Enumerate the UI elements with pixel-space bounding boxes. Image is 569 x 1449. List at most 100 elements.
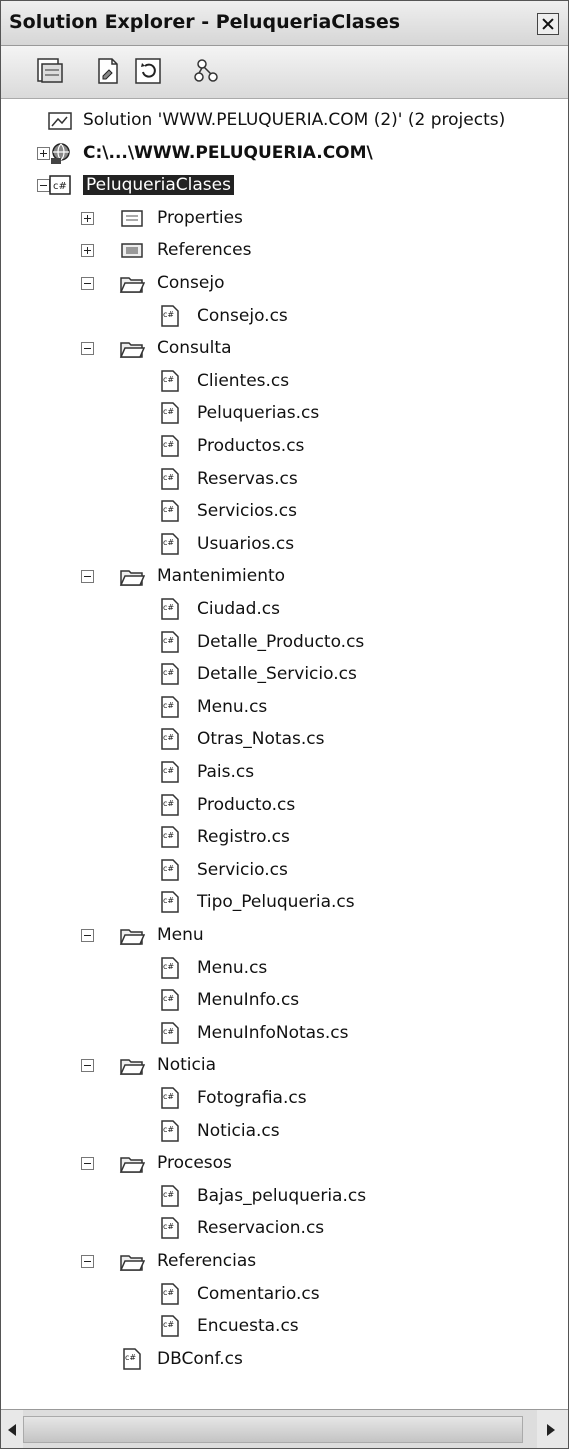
- cs-file-icon: c#: [161, 1119, 179, 1142]
- tree-item[interactable]: Noticia: [1, 1050, 568, 1082]
- tree-item[interactable]: c# Peluquerias.cs: [1, 398, 568, 430]
- tree-item[interactable]: c# PeluqueriaClases: [1, 170, 568, 202]
- folder-icon: [119, 1059, 145, 1076]
- cs-file-icon: c#: [161, 630, 179, 653]
- tree-item[interactable]: c# Detalle_Servicio.cs: [1, 659, 568, 691]
- svg-text:c#: c#: [163, 766, 174, 775]
- tree-item[interactable]: Solution 'WWW.PELUQUERIA.COM (2)' (2 pro…: [1, 105, 568, 137]
- cs-file-icon: c#: [161, 793, 179, 816]
- cs-file-icon: c#: [161, 891, 179, 914]
- scroll-right-arrow-icon[interactable]: [537, 1410, 568, 1448]
- close-icon[interactable]: [537, 13, 559, 35]
- view-class-diagram-icon[interactable]: [191, 56, 221, 86]
- tree-item[interactable]: Consejo: [1, 268, 568, 300]
- tree-item[interactable]: c# Servicio.cs: [1, 855, 568, 887]
- svg-text:c#: c#: [163, 701, 174, 710]
- tree-item[interactable]: c# Comentario.cs: [1, 1279, 568, 1311]
- collapse-icon[interactable]: [81, 1255, 94, 1268]
- tree-item-label: Detalle_Servicio.cs: [197, 664, 357, 685]
- tree-item-label: Menu.cs: [197, 696, 268, 717]
- tree-item-label: Referencias: [157, 1251, 257, 1271]
- svg-text:c#: c#: [163, 440, 174, 449]
- tree-item[interactable]: c# Registro.cs: [1, 822, 568, 854]
- properties-icon: [121, 210, 143, 227]
- tree-item[interactable]: Procesos: [1, 1148, 568, 1180]
- tree-item-label: Registro.cs: [197, 827, 290, 848]
- svg-text:c#: c#: [163, 375, 174, 384]
- collapse-icon[interactable]: [81, 277, 94, 290]
- svg-text:c#: c#: [53, 181, 67, 192]
- tree-item[interactable]: c# Producto.cs: [1, 790, 568, 822]
- tree-item[interactable]: c# Otras_Notas.cs: [1, 724, 568, 756]
- tree-item-label: Consejo.cs: [197, 305, 288, 326]
- collapse-icon[interactable]: [81, 342, 94, 356]
- tree-item[interactable]: c# Reservas.cs: [1, 464, 568, 496]
- cs-file-icon: c#: [161, 728, 179, 751]
- tree-item[interactable]: c# Tipo_Peluqueria.cs: [1, 887, 568, 919]
- tree-item-label: Consulta: [157, 338, 232, 359]
- tree-item[interactable]: Consulta: [1, 333, 568, 365]
- show-all-files-icon[interactable]: [35, 56, 65, 86]
- cs-file-icon: c#: [161, 663, 179, 685]
- svg-text:c#: c#: [163, 1027, 174, 1036]
- tree-item[interactable]: c# Clientes.cs: [1, 366, 568, 398]
- tree-item[interactable]: References: [1, 235, 568, 267]
- cs-file-icon: c#: [161, 598, 179, 620]
- tree-item-label: DBConf.cs: [157, 1348, 243, 1369]
- tree-item[interactable]: c# Ciudad.cs: [1, 594, 568, 626]
- collapse-icon[interactable]: [81, 570, 94, 584]
- svg-text:c#: c#: [125, 1353, 136, 1362]
- tree-item-label: Mantenimiento: [157, 566, 286, 587]
- collapse-icon[interactable]: [81, 1059, 94, 1073]
- solution-explorer-window: Solution Explorer - PeluqueriaClases Sol…: [0, 0, 569, 1449]
- tree-item[interactable]: c# Usuarios.cs: [1, 529, 568, 561]
- tree-item-label: Bajas_peluqueria.cs: [197, 1185, 367, 1206]
- tree-item-label: Solution 'WWW.PELUQUERIA.COM (2)' (2 pro…: [83, 110, 506, 130]
- references-icon: [121, 243, 143, 259]
- tree-item[interactable]: c# Productos.cs: [1, 431, 568, 463]
- tree-item[interactable]: c# Detalle_Producto.cs: [1, 627, 568, 659]
- svg-text:c#: c#: [163, 733, 174, 742]
- expand-icon[interactable]: [81, 211, 94, 225]
- tree-item[interactable]: c# Noticia.cs: [1, 1116, 568, 1148]
- tree-item[interactable]: c# DBConf.cs: [1, 1344, 568, 1376]
- tree-item[interactable]: c# Menu.cs: [1, 692, 568, 724]
- scroll-left-arrow-icon[interactable]: [1, 1410, 23, 1448]
- folder-icon: [119, 1255, 145, 1271]
- tree-item[interactable]: Menu: [1, 920, 568, 952]
- tree-item-label: Pais.cs: [197, 762, 255, 782]
- tree-item[interactable]: c# Pais.cs: [1, 757, 568, 789]
- properties-icon[interactable]: [93, 56, 123, 86]
- svg-text:c#: c#: [163, 864, 174, 873]
- tree-item[interactable]: c# Fotografia.cs: [1, 1083, 568, 1115]
- cs-file-icon: c#: [123, 1348, 141, 1370]
- tree-item[interactable]: c# Encuesta.cs: [1, 1311, 568, 1343]
- tree-item[interactable]: c# Bajas_peluqueria.cs: [1, 1181, 568, 1213]
- expand-icon[interactable]: [81, 244, 94, 258]
- tree-item[interactable]: c# MenuInfoNotas.cs: [1, 1018, 568, 1050]
- tree-item-label: Noticia.cs: [197, 1120, 280, 1141]
- toolbar: [1, 46, 568, 99]
- cs-file-icon: c#: [161, 1022, 179, 1044]
- collapse-icon[interactable]: [81, 929, 94, 942]
- tree-item[interactable]: C:\...\WWW.PELUQUERIA.COM\: [1, 138, 568, 170]
- tree-item[interactable]: c# Reservacion.cs: [1, 1213, 568, 1245]
- collapse-icon[interactable]: [81, 1157, 94, 1171]
- svg-text:c#: c#: [163, 310, 174, 319]
- tree-item[interactable]: Mantenimiento: [1, 561, 568, 593]
- tree-item[interactable]: Referencias: [1, 1246, 568, 1278]
- cs-file-icon: c#: [161, 1185, 179, 1207]
- tree-item[interactable]: c# Menu.cs: [1, 953, 568, 985]
- cs-file-icon: c#: [161, 826, 179, 848]
- scrollbar-thumb[interactable]: [23, 1416, 523, 1443]
- svg-text:c#: c#: [163, 668, 174, 677]
- tree-item-label: C:\...\WWW.PELUQUERIA.COM\: [83, 142, 373, 163]
- tree-item[interactable]: c# Consejo.cs: [1, 301, 568, 333]
- tree-item-label: MenuInfo.cs: [197, 990, 300, 1011]
- refresh-icon[interactable]: [133, 56, 163, 86]
- tree-item[interactable]: c# MenuInfo.cs: [1, 985, 568, 1017]
- horizontal-scrollbar[interactable]: [1, 1409, 568, 1448]
- window-title: Solution Explorer - PeluqueriaClases: [9, 11, 401, 33]
- tree-item[interactable]: Properties: [1, 203, 568, 235]
- tree-item[interactable]: c# Servicios.cs: [1, 496, 568, 528]
